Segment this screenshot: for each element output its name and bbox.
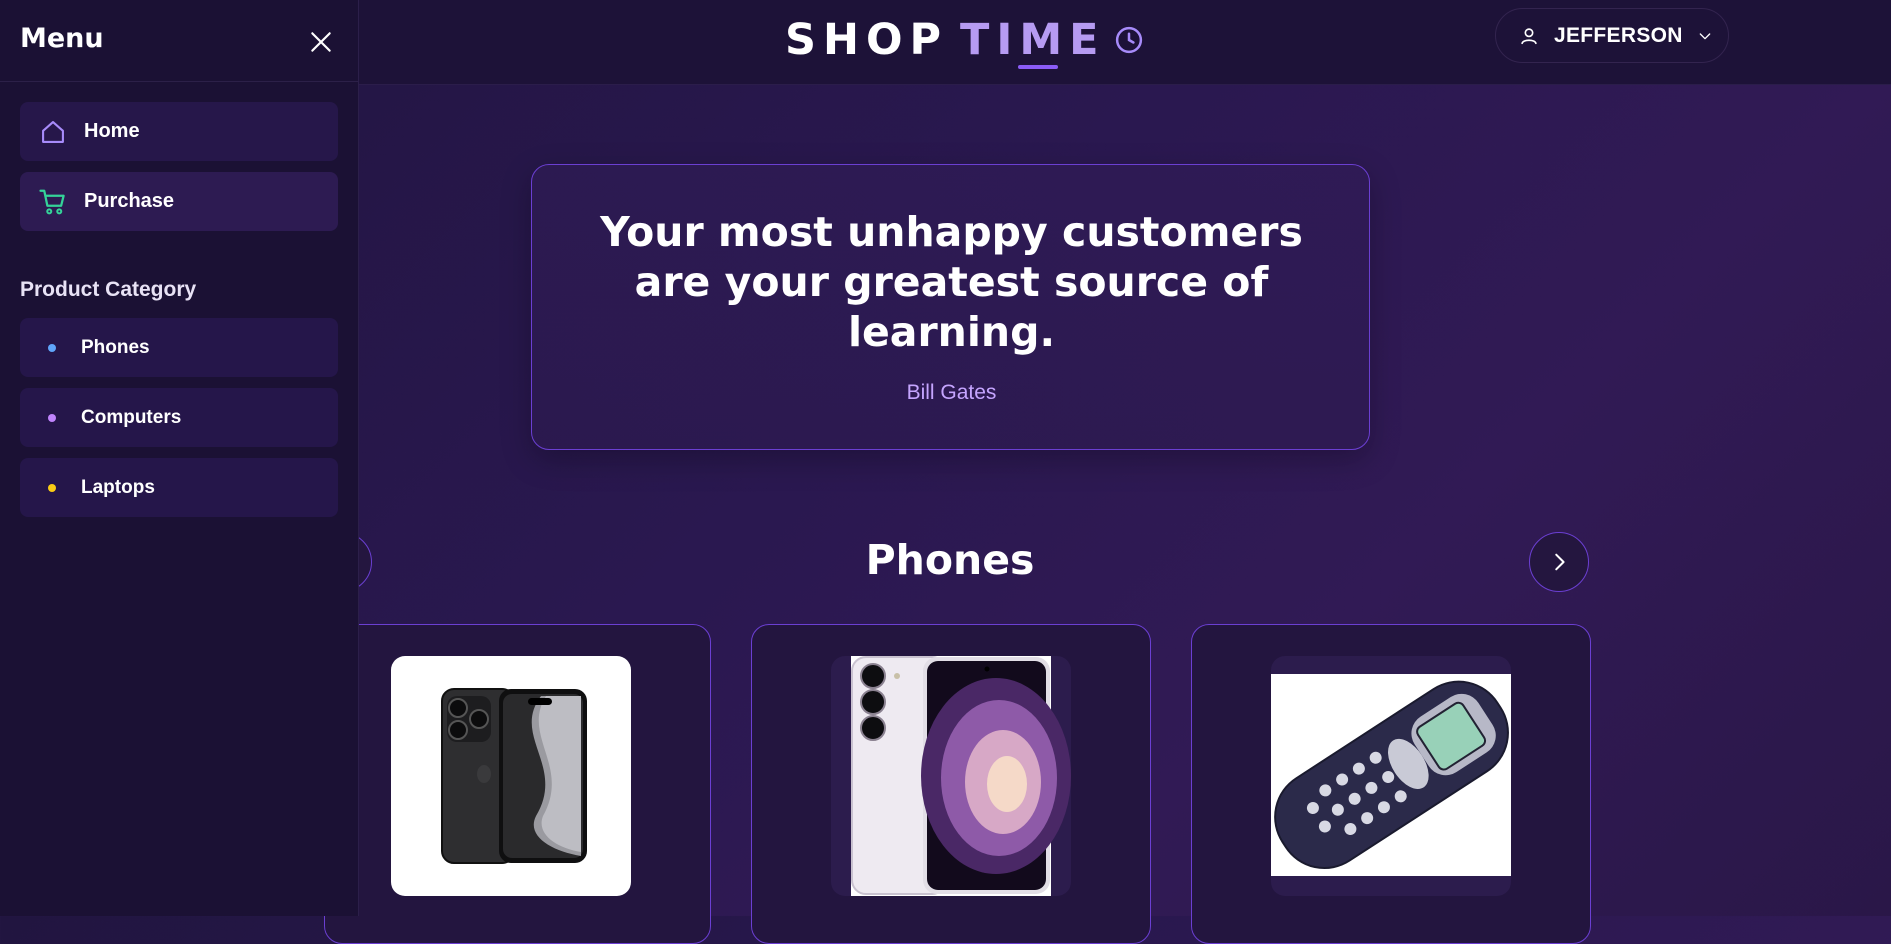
product-card[interactable] bbox=[1191, 624, 1591, 944]
close-menu-button[interactable] bbox=[306, 27, 336, 57]
category-heading: Product Category bbox=[20, 278, 197, 301]
category-label: Computers bbox=[81, 406, 182, 428]
product-image-nokia[interactable] bbox=[1271, 656, 1511, 896]
site-logo[interactable]: SHOP TIME bbox=[785, 12, 1144, 69]
sidebar-item-label: Home bbox=[84, 120, 140, 142]
product-image-iphone[interactable] bbox=[391, 656, 631, 896]
category-dot bbox=[48, 343, 56, 352]
user-name: JEFFERSON bbox=[1554, 23, 1683, 47]
category-item-phones[interactable]: Phones bbox=[20, 318, 338, 377]
logo-time-text: TIME bbox=[960, 15, 1106, 69]
sidebar-item-label: Purchase bbox=[84, 190, 175, 212]
sidebar-menu: Menu Home Purchase Product Category Phon… bbox=[0, 0, 359, 916]
quote-card: Your most unhappy customers are your gre… bbox=[531, 164, 1370, 450]
chevron-down-icon bbox=[1697, 27, 1715, 45]
sidebar-header: Menu bbox=[0, 0, 358, 82]
product-card[interactable] bbox=[751, 624, 1151, 944]
category-item-computers[interactable]: Computers bbox=[20, 388, 338, 447]
category-item-laptops[interactable]: Laptops bbox=[20, 458, 338, 517]
logo-shop-text: SHOP bbox=[785, 15, 949, 65]
category-label: Laptops bbox=[81, 476, 155, 498]
quote-text: Your most unhappy customers are your gre… bbox=[600, 208, 1303, 356]
chevron-right-icon bbox=[1555, 553, 1565, 571]
carousel-next-button[interactable] bbox=[1529, 532, 1589, 592]
product-card[interactable] bbox=[324, 624, 711, 944]
category-dot bbox=[48, 483, 56, 492]
sidebar-item-purchase[interactable]: Purchase bbox=[20, 172, 338, 231]
sidebar-item-home[interactable]: Home bbox=[20, 102, 338, 161]
product-image-galaxy[interactable] bbox=[831, 656, 1071, 896]
home-icon bbox=[38, 117, 68, 147]
cart-icon bbox=[38, 187, 68, 217]
user-menu-button[interactable]: JEFFERSON bbox=[1495, 8, 1729, 63]
quote-author: Bill Gates bbox=[906, 381, 997, 404]
user-icon bbox=[1518, 24, 1542, 48]
section-title: Phones bbox=[865, 536, 1035, 584]
menu-title: Menu bbox=[20, 23, 104, 54]
category-dot bbox=[48, 413, 56, 422]
clock-icon bbox=[1114, 25, 1144, 55]
close-icon bbox=[311, 32, 331, 52]
category-label: Phones bbox=[81, 336, 150, 358]
